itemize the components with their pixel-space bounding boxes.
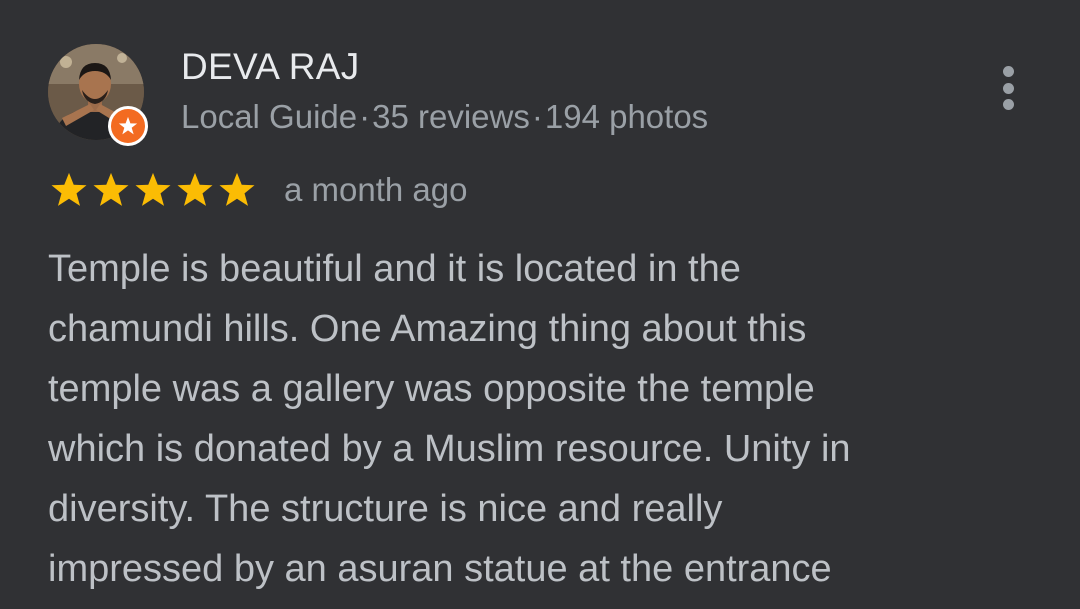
more-options-button[interactable] <box>992 62 1024 114</box>
review-text-line: which is donated by a Muslim resource. U… <box>48 428 851 470</box>
review-text-line: chamundi hills. One Amazing thing about … <box>48 308 807 350</box>
local-guide-label: Local Guide <box>181 98 358 135</box>
more-vertical-icon <box>1002 82 1014 94</box>
review-text: Temple is beautiful and it is located in… <box>48 239 1048 599</box>
review-card: DEVA RAJ Local Guide·35 reviews·194 phot… <box>0 0 1080 609</box>
review-text-line: temple was a gallery was opposite the te… <box>48 368 815 410</box>
star-icon <box>219 172 255 206</box>
rating-row: a month ago <box>48 168 467 212</box>
star-icon <box>177 172 213 206</box>
star-icon <box>135 172 171 206</box>
more-vertical-icon <box>1002 99 1014 110</box>
reviewer-avatar[interactable] <box>48 44 148 146</box>
photo-count: 194 photos <box>544 98 709 135</box>
review-count: 35 reviews <box>372 98 530 135</box>
star-rating <box>48 169 258 211</box>
local-guide-star-icon <box>108 106 148 146</box>
star-icon <box>51 172 87 206</box>
meta-separator: · <box>359 98 371 135</box>
review-text-line: Temple is beautiful and it is located in… <box>48 248 741 290</box>
review-date: a month ago <box>284 171 468 208</box>
reviewer-meta: Local Guide·35 reviews·194 photos <box>181 98 708 136</box>
meta-separator: · <box>531 98 543 135</box>
review-text-line: diversity. The structure is nice and rea… <box>48 488 723 530</box>
star-icon <box>93 172 129 206</box>
review-text-line: impressed by an asuran statue at the ent… <box>48 548 832 590</box>
reviewer-name[interactable]: DEVA RAJ <box>181 46 360 88</box>
more-vertical-icon <box>1002 66 1014 77</box>
